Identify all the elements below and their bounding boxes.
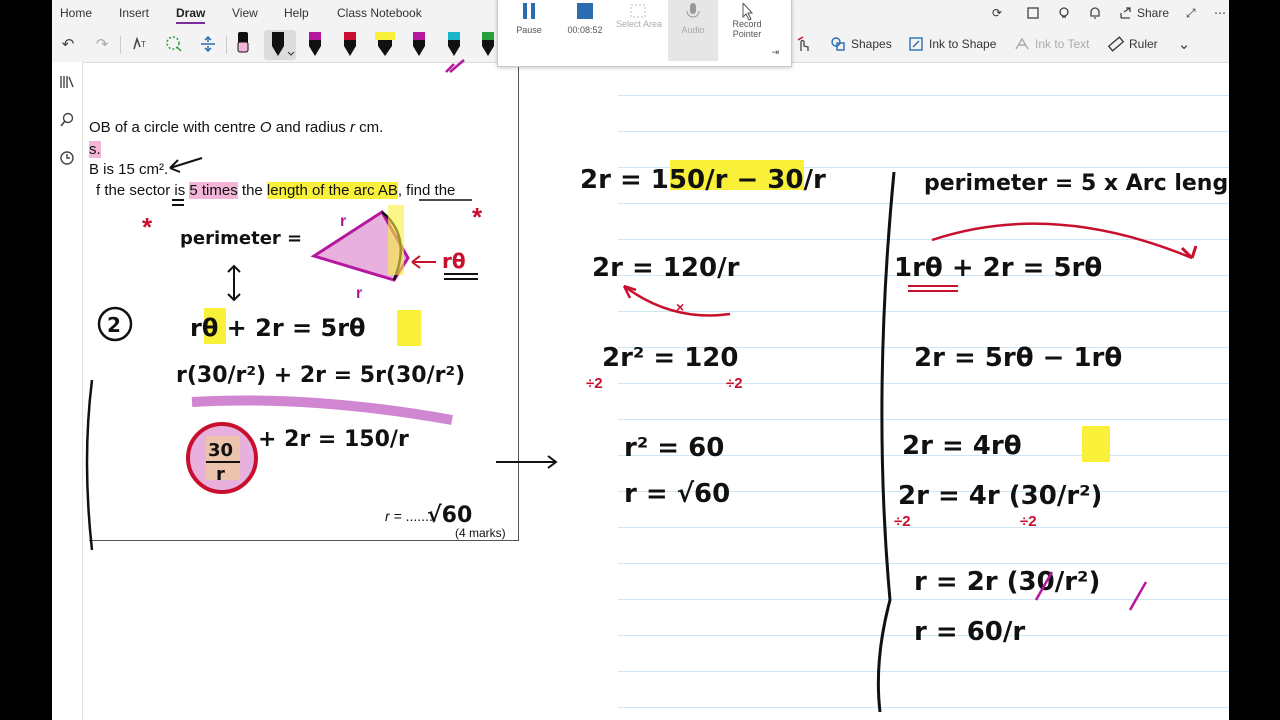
right-header: perimeter = 5 x Arc leng	[924, 171, 1228, 196]
pen-cyan[interactable]	[443, 30, 465, 60]
share-label: Share	[1137, 6, 1170, 20]
touch-draw-icon[interactable]	[792, 32, 816, 56]
tab-insert[interactable]: Insert	[119, 6, 149, 20]
screen-recorder-toolbar: Pause 00:08:52 Select Area Audio Record …	[497, 0, 792, 67]
bell-icon[interactable]	[1088, 6, 1102, 20]
marks-label: (4 marks)	[455, 526, 506, 540]
question-line-2: s.	[89, 141, 101, 158]
share-icon	[1120, 7, 1131, 19]
pause-label: Pause	[516, 25, 542, 35]
select-area-button[interactable]: Select Area	[614, 0, 664, 61]
onenote-window: Home Insert Draw View Help Class Noteboo…	[52, 0, 1229, 720]
add-space-icon[interactable]	[196, 32, 220, 56]
divider	[226, 36, 227, 54]
ink-to-text-button[interactable]: Ink to Text	[1014, 36, 1089, 52]
mid-line-2: 2r = 120/r	[592, 253, 740, 283]
expand-icon[interactable]: ⤢	[1186, 6, 1196, 21]
divider	[120, 36, 121, 54]
svg-text:×: ×	[676, 299, 684, 315]
right-line-4: 2r = 4r (30/r²)	[898, 481, 1102, 511]
sync-icon[interactable]: ⟳	[992, 6, 1002, 20]
stop-icon	[577, 3, 593, 19]
ink-to-text-icon	[1015, 37, 1029, 50]
pen-purple[interactable]	[304, 30, 326, 60]
record-pointer-label: Record Pointer	[732, 19, 762, 39]
record-pointer-button[interactable]: Record Pointer	[722, 0, 772, 61]
notebooks-icon[interactable]	[57, 72, 77, 92]
select-area-label: Select Area	[615, 19, 663, 29]
tab-home[interactable]: Home	[60, 6, 92, 20]
ruler-button[interactable]: Ruler	[1108, 36, 1158, 52]
shapes-icon	[831, 37, 845, 51]
right-line-6: r = 60/r	[914, 617, 1025, 647]
search-icon[interactable]	[57, 110, 77, 130]
pen-magenta[interactable]	[408, 30, 430, 60]
question-line-4: f the sector is 5 times the length of th…	[96, 182, 456, 199]
tab-view[interactable]: View	[232, 6, 258, 20]
mid-line-1: 2r = 150/r − 30/r	[580, 165, 826, 195]
tab-draw[interactable]: Draw	[176, 6, 206, 24]
pause-button[interactable]: Pause	[504, 0, 554, 61]
undo-icon[interactable]: ↶	[56, 32, 80, 56]
ink-to-shape-icon	[909, 37, 923, 51]
right-line-3: 2r = 4rθ	[902, 431, 1022, 461]
tab-class-notebook[interactable]: Class Notebook	[337, 6, 422, 20]
answer-line: r = ........	[385, 508, 437, 524]
question-line-3: B is 15 cm².	[89, 161, 169, 178]
pause-icon	[523, 3, 535, 19]
microphone-icon	[686, 3, 700, 18]
mid-line-4: r² = 60	[624, 433, 724, 463]
timer-label: 00:08:52	[567, 25, 603, 35]
pen-green[interactable]	[477, 30, 499, 60]
ruler-icon	[1108, 36, 1124, 52]
svg-text:÷2: ÷2	[586, 375, 603, 392]
left-nav	[52, 62, 83, 720]
ruler-label: Ruler	[1129, 37, 1158, 51]
redo-icon[interactable]: ↷	[90, 32, 114, 56]
ink-to-text-label: Ink to Text	[1035, 37, 1090, 51]
eraser-tool[interactable]	[232, 30, 254, 60]
question-line-1: OB of a circle with centre O and radius …	[89, 119, 384, 136]
pin-icon[interactable]: ⇥	[771, 47, 779, 58]
tab-help[interactable]: Help	[284, 6, 309, 20]
ribbon-more-chevron-icon[interactable]: ⌄	[1172, 32, 1196, 56]
right-line-1: 1rθ + 2r = 5rθ	[894, 253, 1102, 283]
timer: 00:08:52	[560, 0, 610, 61]
page-view-icon[interactable]	[1026, 6, 1040, 20]
right-line-5: r = 2r (30/r²)	[914, 567, 1100, 597]
recent-clock-icon[interactable]	[57, 148, 77, 168]
pen-black-selected[interactable]	[264, 30, 296, 60]
pen-red[interactable]	[339, 30, 361, 60]
lightbulb-icon[interactable]	[1057, 6, 1071, 20]
lasso-select-icon[interactable]: T	[128, 32, 152, 56]
audio-button[interactable]: Audio	[668, 0, 718, 61]
shapes-button[interactable]: Shapes	[830, 36, 892, 52]
share-button[interactable]: Share	[1119, 6, 1169, 20]
ink-to-shape-label: Ink to Shape	[929, 37, 997, 51]
shapes-label: Shapes	[851, 37, 892, 51]
audio-label: Audio	[681, 25, 705, 35]
lasso-icon[interactable]	[162, 32, 186, 56]
question-image: OB of a circle with centre O and radius …	[89, 62, 519, 541]
svg-text:T: T	[141, 40, 146, 49]
highlighter-yellow[interactable]	[372, 30, 398, 60]
ink-to-shape-button[interactable]: Ink to Shape	[908, 36, 996, 52]
mid-line-5: r = √60	[624, 479, 730, 509]
more-options-icon[interactable]: ⋯	[1214, 6, 1226, 20]
